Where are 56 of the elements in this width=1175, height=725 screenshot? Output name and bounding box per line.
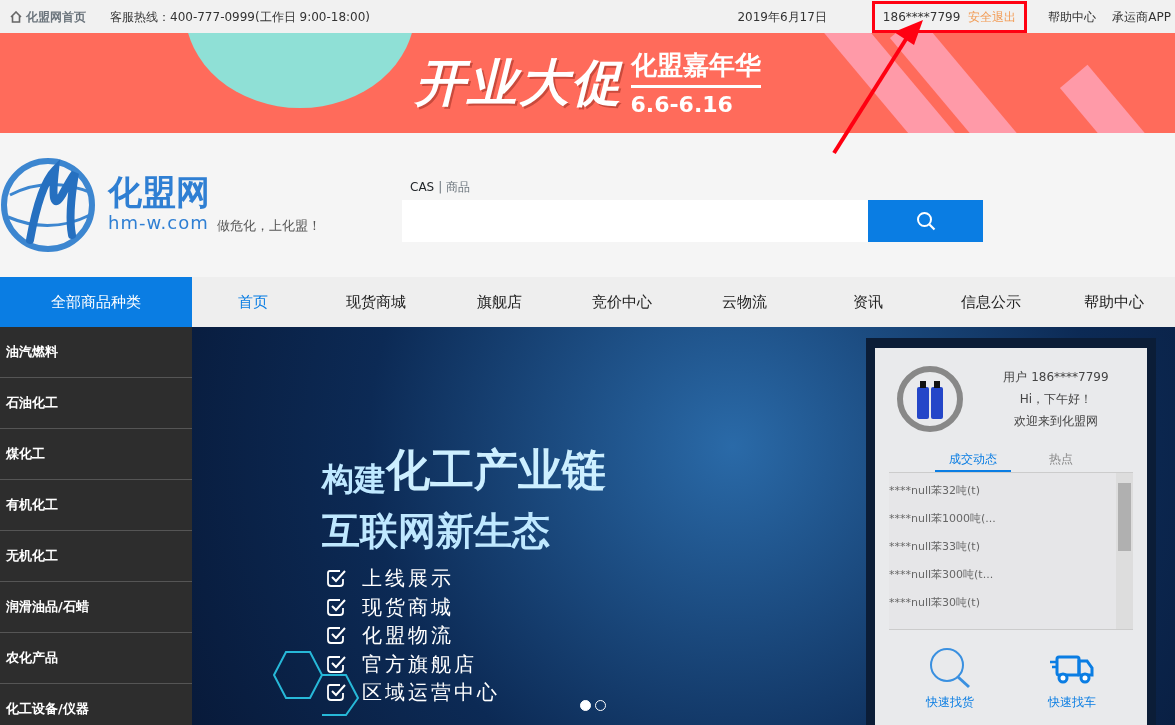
nav-tab[interactable]: 现货商城 bbox=[314, 277, 438, 327]
nav-tab[interactable]: 信息公示 bbox=[929, 277, 1053, 327]
bottles-icon bbox=[915, 379, 945, 419]
top-link[interactable]: 承运商APP bbox=[1112, 7, 1171, 26]
nav-tab[interactable]: 旗舰店 bbox=[437, 277, 561, 327]
feature-text: 现货商城 bbox=[362, 593, 454, 621]
nav-tab[interactable]: 资讯 bbox=[806, 277, 930, 327]
hero-title: 构建 bbox=[322, 460, 386, 500]
slide-dot[interactable] bbox=[580, 700, 591, 711]
checkbox-icon bbox=[326, 625, 346, 646]
nav-tab[interactable]: 云物流 bbox=[683, 277, 807, 327]
quick-link[interactable]: 快速找车 bbox=[1042, 646, 1102, 712]
banner-dates: 6.6-6.16 bbox=[630, 84, 761, 121]
nav-tab[interactable]: 竞价中心 bbox=[560, 277, 684, 327]
search-icon bbox=[915, 211, 936, 231]
checkbox-icon bbox=[326, 653, 346, 674]
checkbox-icon bbox=[326, 682, 346, 703]
quick-link[interactable]: 快速找货 bbox=[920, 646, 980, 712]
deal-item: ****null苯33吨(t) bbox=[889, 539, 981, 555]
nav-tab[interactable]: 帮助中心 bbox=[1052, 277, 1175, 327]
logo-name: 化盟网 bbox=[108, 174, 211, 209]
welcome-text: 欢迎来到化盟网 bbox=[1013, 413, 1099, 430]
deal-item: ****null苯32吨(t) bbox=[889, 483, 981, 499]
slogan-text: 做危化，上化盟！ bbox=[216, 217, 321, 235]
search-field[interactable] bbox=[402, 200, 868, 242]
logo-domain: hm-w.com bbox=[108, 210, 209, 235]
home-link-text[interactable]: 化盟网首页 bbox=[26, 7, 86, 26]
home-icon bbox=[10, 10, 22, 23]
top-link[interactable]: 帮助中心 bbox=[1048, 7, 1097, 26]
feature-text: 上线展示 bbox=[362, 565, 454, 592]
date-text: 2019年6月17日 bbox=[737, 8, 827, 26]
banner-headline: 开业大促 bbox=[414, 52, 623, 114]
user-phone: 186****7799 bbox=[882, 8, 961, 26]
user-name: 用户 186****7799 bbox=[1002, 369, 1110, 386]
hero-title: 化工产业链 bbox=[386, 443, 606, 497]
nav-tab[interactable]: 首页 bbox=[192, 277, 315, 327]
deal-item: ****null苯30吨(t) bbox=[889, 595, 981, 611]
search-button[interactable] bbox=[868, 200, 983, 242]
deal-item: ****null苯1000吨(... bbox=[889, 511, 997, 527]
feature-text: 化盟物流 bbox=[362, 622, 454, 649]
checkbox-icon bbox=[326, 596, 346, 617]
banner-subtitle: 化盟嘉年华 bbox=[630, 48, 761, 82]
magnifier-icon bbox=[927, 647, 973, 689]
hero-title: 互联网新生态 bbox=[322, 508, 551, 555]
checkbox-icon bbox=[326, 568, 346, 589]
search-tab[interactable]: 商品 bbox=[446, 178, 471, 196]
home-link[interactable]: 化盟网首页 bbox=[10, 7, 86, 26]
category-menu-button[interactable]: 全部商品种类 bbox=[0, 277, 192, 327]
hotline-text: 客服热线：400-777-0999(工作日 9:00-18:00) bbox=[110, 8, 371, 26]
feature-text: 官方旗舰店 bbox=[362, 650, 477, 678]
feature-text: 区域运营中心 bbox=[362, 679, 500, 706]
tab-divider: | bbox=[438, 179, 443, 196]
deal-item: ****null苯300吨(t... bbox=[889, 567, 995, 583]
greeting-text: Hi，下午好！ bbox=[1018, 391, 1094, 408]
scrollbar[interactable] bbox=[1116, 473, 1133, 629]
search-tab[interactable]: CAS bbox=[410, 178, 435, 196]
